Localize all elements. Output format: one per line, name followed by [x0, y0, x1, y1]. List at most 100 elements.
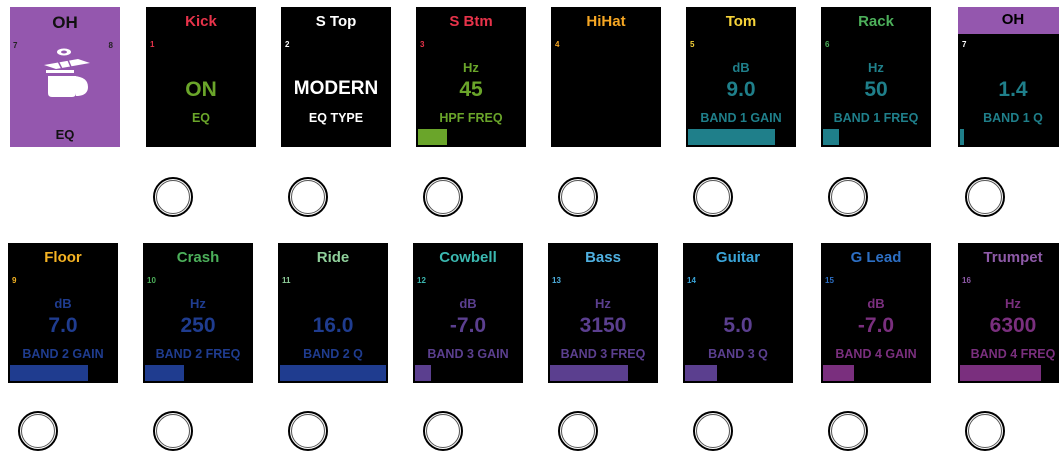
parameter-name: BAND 3 GAIN	[427, 347, 509, 361]
channel-screen-s-top[interactable]: S Top 2 MODERN EQ TYPE	[281, 7, 391, 147]
channel-number: 6	[825, 40, 830, 49]
channel-number: 9	[12, 276, 17, 285]
parameter-value: 5.0	[723, 314, 753, 337]
value-unit: Hz	[595, 296, 611, 311]
parameter-level-bar	[960, 129, 964, 145]
channel-name: Crash	[176, 249, 220, 266]
rotary-encoder-knob-14[interactable]	[693, 411, 733, 451]
oh-tile-number-left: 7	[13, 41, 18, 50]
rotary-encoder-knob-6[interactable]	[693, 177, 733, 217]
value-unit: dB	[54, 296, 72, 311]
parameter-level-bar	[960, 365, 1041, 381]
hi-hat-cymbal-icon	[44, 48, 90, 97]
parameter-value: 50	[864, 78, 888, 101]
parameter-value: 1.4	[998, 78, 1028, 101]
channel-screen-s-btm[interactable]: S Btm 3 Hz 45 HPF FREQ	[416, 7, 526, 147]
rotary-encoder-knob-8[interactable]	[965, 177, 1005, 217]
parameter-level-bar	[688, 129, 775, 145]
parameter-name: EQ	[191, 111, 211, 125]
channel-number: 16	[962, 276, 971, 285]
channel-screen-oh[interactable]: OH 7 1.4 BAND 1 Q	[958, 7, 1059, 147]
rotary-encoder-knob-11[interactable]	[288, 411, 328, 451]
value-unit: dB	[732, 60, 750, 75]
channel-screen-hihat[interactable]: HiHat 4	[551, 7, 661, 147]
oh-tile-number-right: 8	[108, 41, 113, 50]
channel-name: G Lead	[850, 249, 902, 266]
parameter-name: BAND 2 Q	[303, 347, 363, 361]
parameter-level-bar	[10, 365, 88, 381]
channel-screen-g-lead[interactable]: G Lead 15 dB -7.0 BAND 4 GAIN	[821, 243, 931, 383]
channel-name: Ride	[316, 249, 350, 266]
value-unit: Hz	[868, 60, 884, 75]
channel-number: 4	[555, 40, 560, 49]
channel-screen-guitar[interactable]: Guitar 14 5.0 BAND 3 Q	[683, 243, 793, 383]
value-unit: Hz	[190, 296, 206, 311]
parameter-level-bar	[823, 129, 839, 145]
parameter-value: 7.0	[48, 314, 78, 337]
rotary-encoder-knob-9[interactable]	[18, 411, 58, 451]
channel-screen-cowbell[interactable]: Cowbell 12 dB -7.0 BAND 3 GAIN	[413, 243, 523, 383]
parameter-value: 250	[180, 314, 216, 337]
channel-number: 7	[962, 40, 967, 49]
channel-number: 2	[285, 40, 290, 49]
channel-name: Bass	[585, 249, 621, 266]
parameter-name: HPF FREQ	[439, 111, 503, 125]
channel-screen-ride[interactable]: Ride 11 16.0 BAND 2 Q	[278, 243, 388, 383]
parameter-value: -7.0	[857, 314, 895, 337]
channel-name: Floor	[44, 249, 82, 266]
parameter-name: BAND 1 FREQ	[833, 111, 919, 125]
value-unit: dB	[459, 296, 477, 311]
parameter-value: -7.0	[449, 314, 487, 337]
parameter-level-bar	[415, 365, 431, 381]
channel-number: 12	[417, 276, 426, 285]
value-unit: Hz	[463, 60, 479, 75]
channel-screen-trumpet[interactable]: Trumpet 16 Hz 6300 BAND 4 FREQ	[958, 243, 1059, 383]
parameter-level-bar	[145, 365, 184, 381]
channel-number: 10	[147, 276, 156, 285]
channel-name: Rack	[858, 13, 894, 30]
rotary-encoder-knob-4[interactable]	[423, 177, 463, 217]
parameter-value: 16.0	[312, 314, 354, 337]
channel-screen-crash[interactable]: Crash 10 Hz 250 BAND 2 FREQ	[143, 243, 253, 383]
channel-screen-rack[interactable]: Rack 6 Hz 50 BAND 1 FREQ	[821, 7, 931, 147]
rotary-encoder-knob-10[interactable]	[153, 411, 193, 451]
rotary-encoder-knob-7[interactable]	[828, 177, 868, 217]
channel-name: Guitar	[715, 249, 761, 266]
rotary-encoder-knob-2[interactable]	[153, 177, 193, 217]
channel-name: HiHat	[586, 13, 626, 30]
rotary-encoder-knob-16[interactable]	[965, 411, 1005, 451]
parameter-name: BAND 3 FREQ	[560, 347, 646, 361]
parameter-level-bar	[280, 365, 386, 381]
parameter-name: EQ TYPE	[308, 111, 364, 125]
oh-tile-title: OH	[52, 13, 78, 32]
channel-screen-tom[interactable]: Tom 5 dB 9.0 BAND 1 GAIN	[686, 7, 796, 147]
rotary-encoder-knob-15[interactable]	[828, 411, 868, 451]
channel-name: S Top	[315, 13, 357, 30]
channel-number: 15	[825, 276, 834, 285]
channel-screen-kick[interactable]: Kick 1 ON EQ	[146, 7, 256, 147]
parameter-level-bar	[823, 365, 854, 381]
parameter-value: MODERN	[293, 78, 379, 99]
parameter-name: BAND 4 FREQ	[970, 347, 1056, 361]
channel-name: Tom	[725, 13, 757, 30]
value-unit: dB	[867, 296, 885, 311]
oh-tile-label: EQ	[55, 127, 75, 142]
parameter-name: BAND 2 GAIN	[22, 347, 104, 361]
channel-number: 11	[282, 276, 291, 285]
rotary-encoder-knob-5[interactable]	[558, 177, 598, 217]
channel-name: Kick	[185, 13, 217, 30]
rotary-encoder-knob-3[interactable]	[288, 177, 328, 217]
parameter-value: 3150	[579, 314, 627, 337]
oh-eq-tile[interactable]: OH 7 8 EQ	[10, 7, 120, 147]
channel-name: OH	[1001, 11, 1025, 28]
parameter-value: 45	[459, 78, 483, 101]
rotary-encoder-knob-12[interactable]	[423, 411, 463, 451]
channel-number: 1	[150, 40, 155, 49]
channel-number: 5	[690, 40, 695, 49]
parameter-level-bar	[418, 129, 447, 145]
channel-number: 14	[687, 276, 696, 285]
channel-screen-floor[interactable]: Floor 9 dB 7.0 BAND 2 GAIN	[8, 243, 118, 383]
value-unit: Hz	[1005, 296, 1021, 311]
rotary-encoder-knob-13[interactable]	[558, 411, 598, 451]
channel-screen-bass[interactable]: Bass 13 Hz 3150 BAND 3 FREQ	[548, 243, 658, 383]
